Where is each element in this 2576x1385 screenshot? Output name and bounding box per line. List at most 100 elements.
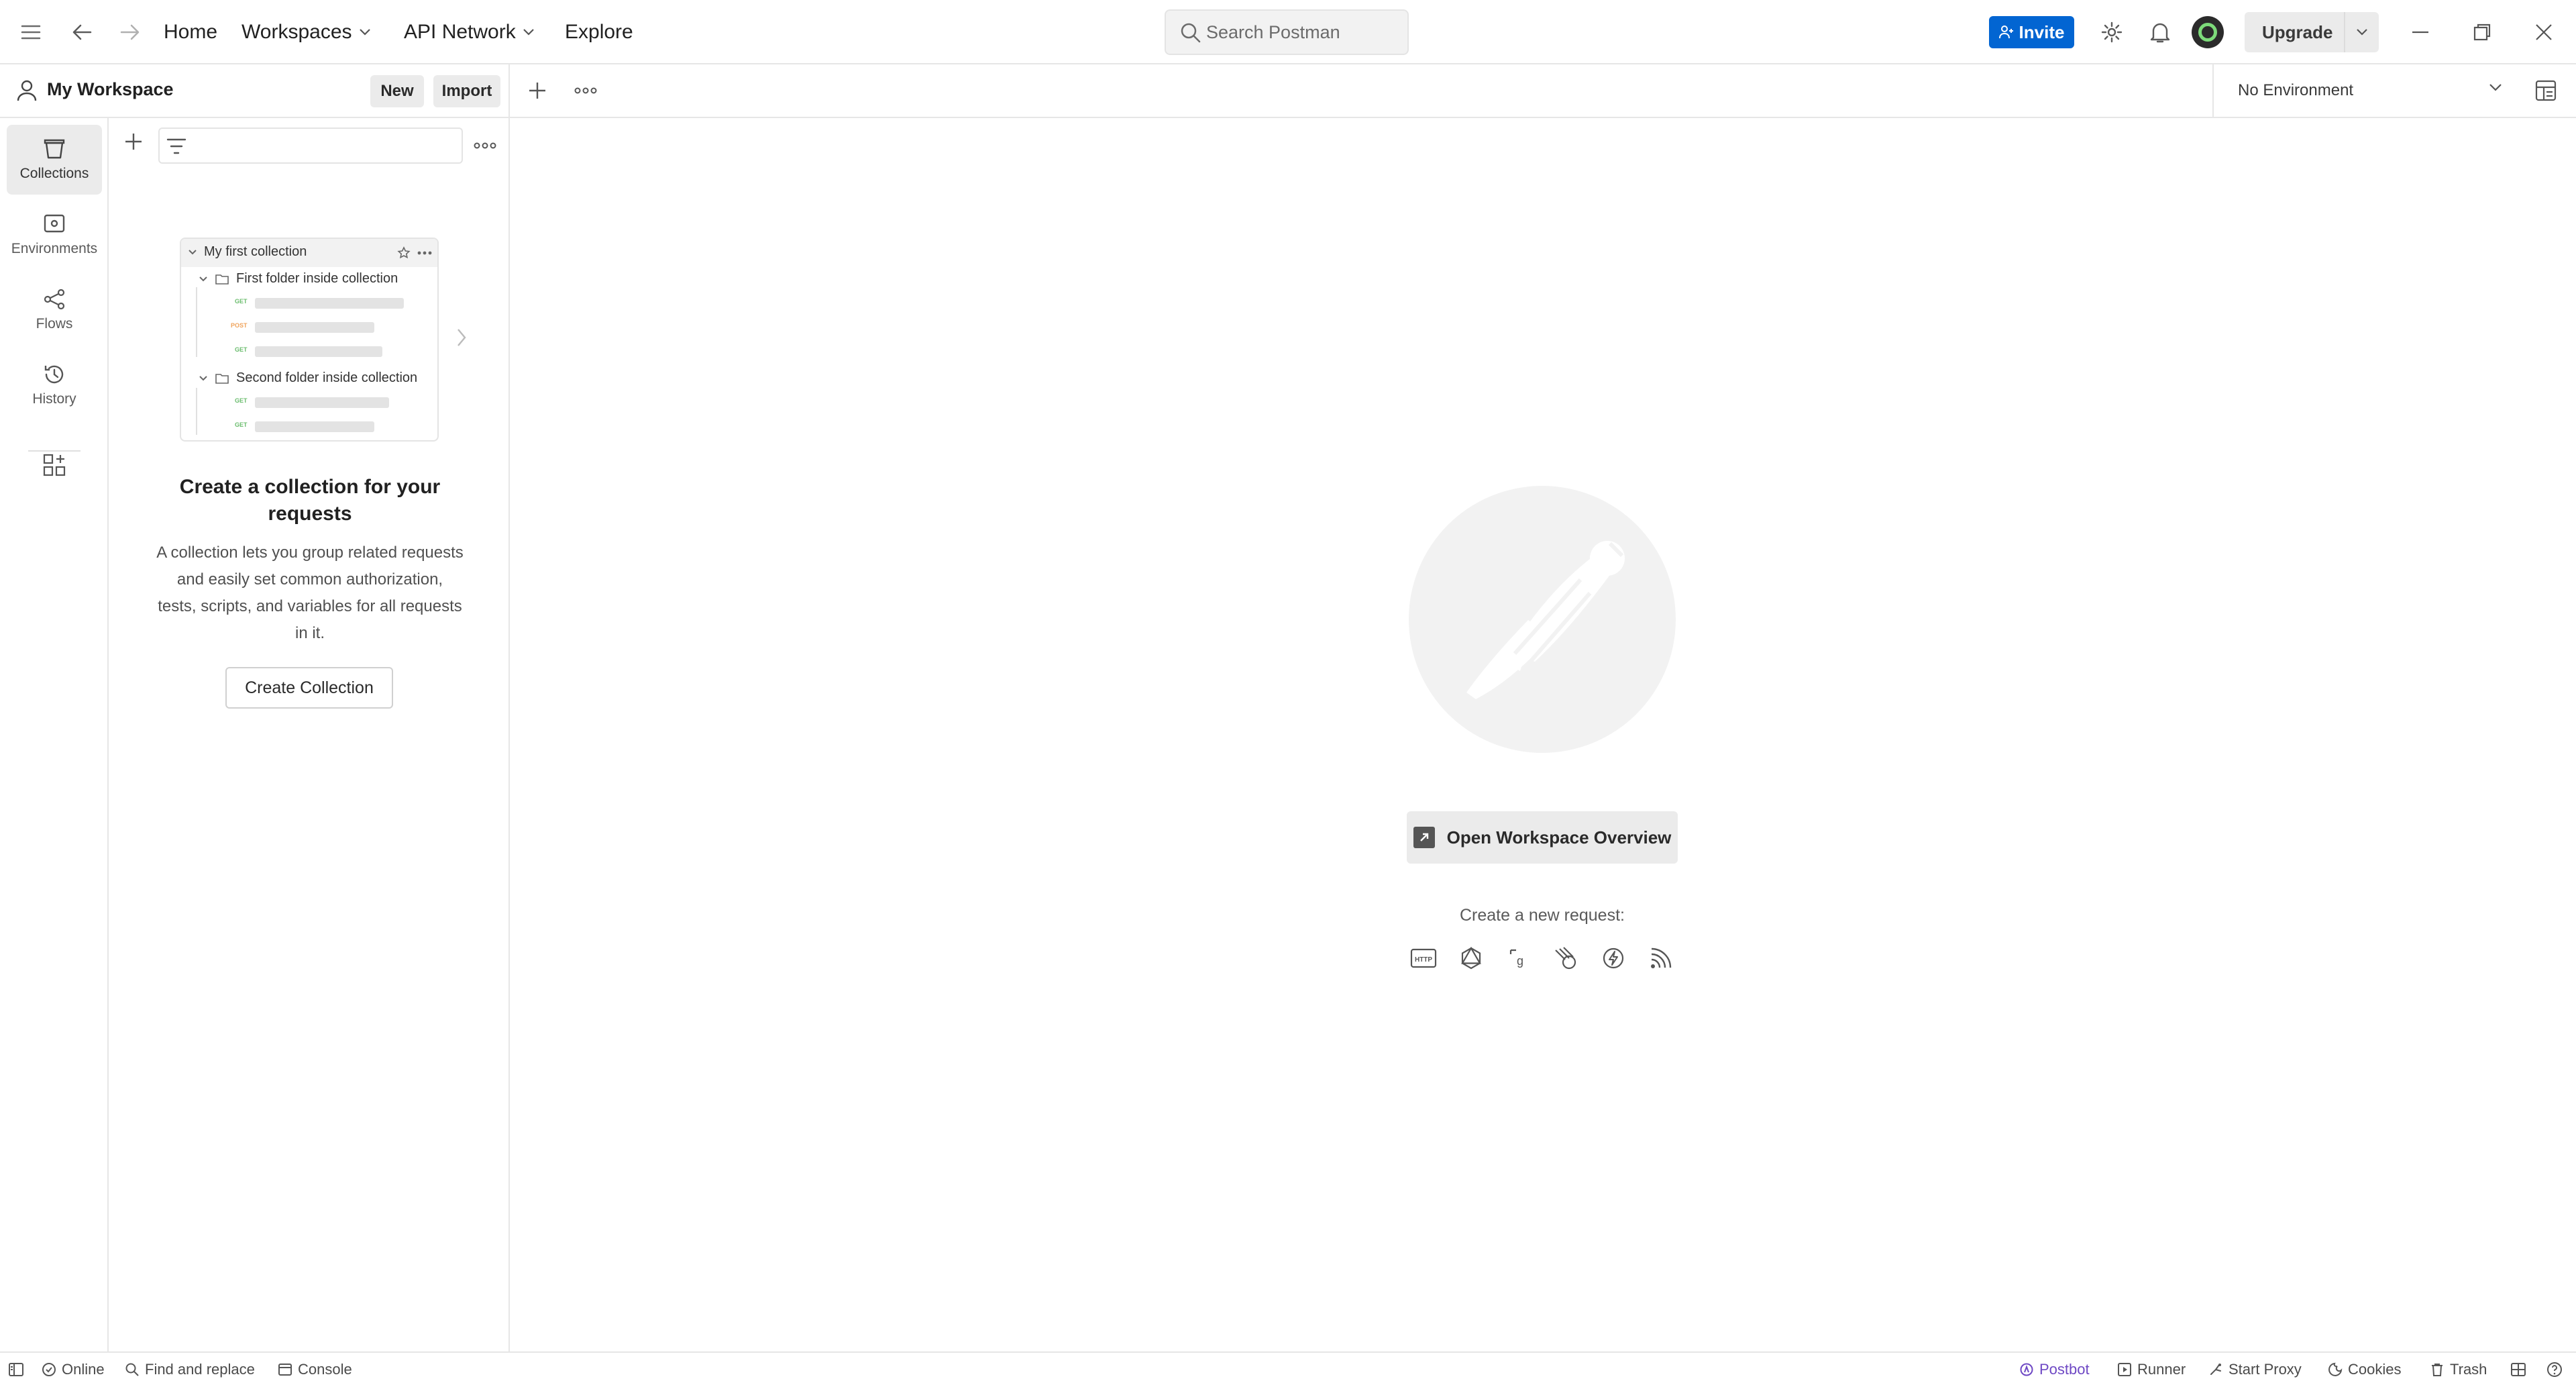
sidebar-item-history[interactable]: History — [7, 350, 102, 420]
start-proxy-button[interactable]: Start Proxy — [2208, 1361, 2302, 1378]
cookies-button[interactable]: Cookies — [2328, 1361, 2401, 1378]
more-options-icon[interactable] — [574, 87, 597, 94]
sidebar-item-environments[interactable]: Environments — [7, 200, 102, 270]
sidebar-item-collections[interactable]: Collections — [7, 125, 102, 195]
svg-text:HTTP: HTTP — [1415, 956, 1432, 964]
collections-icon — [44, 139, 65, 159]
check-circle-icon — [42, 1363, 56, 1376]
open-workspace-overview-button[interactable]: Open Workspace Overview — [1407, 811, 1678, 864]
preview-request-placeholder — [255, 421, 374, 432]
restore-icon[interactable] — [2466, 16, 2498, 48]
find-replace-label: Find and replace — [145, 1361, 255, 1378]
toggle-sidebar-icon[interactable] — [8, 1361, 24, 1378]
invite-label: Invite — [2019, 21, 2065, 42]
search-icon — [1181, 23, 1201, 43]
http-request-icon[interactable]: HTTP — [1407, 942, 1440, 974]
chevron-down-icon — [199, 276, 207, 281]
chevron-down-icon — [2489, 84, 2502, 91]
online-status[interactable]: Online — [42, 1361, 105, 1378]
svg-text:g: g — [1517, 954, 1523, 968]
preview-request-placeholder — [255, 397, 389, 408]
tree-line — [196, 287, 197, 357]
preview-collection-row: My first collection — [188, 244, 307, 260]
preview-method: GET — [235, 421, 248, 428]
graphql-request-icon[interactable] — [1455, 942, 1487, 974]
sidebar-item-label: Environments — [11, 241, 98, 256]
bell-icon[interactable] — [2144, 16, 2176, 48]
back-arrow-icon[interactable] — [66, 16, 98, 48]
nav-home[interactable]: Home — [164, 19, 217, 46]
chevron-down-icon — [199, 375, 207, 380]
nav-api-network-label: API Network — [404, 21, 516, 43]
preview-method: POST — [231, 322, 248, 329]
menu-icon[interactable] — [15, 16, 47, 48]
import-button[interactable]: Import — [433, 75, 500, 107]
avatar[interactable] — [2192, 16, 2224, 48]
trash-button[interactable]: Trash — [2430, 1361, 2487, 1378]
preview-folder-name: First folder inside collection — [236, 271, 398, 286]
socketio-request-icon[interactable] — [1597, 942, 1629, 974]
preview-request-placeholder — [255, 346, 382, 357]
nav-workspaces[interactable]: Workspaces — [241, 19, 371, 46]
environment-select[interactable]: No Environment — [2212, 64, 2526, 117]
chevron-down-icon — [523, 29, 534, 36]
configure-workbench-icon[interactable] — [42, 452, 67, 478]
empty-state-title: Create a collection for your requests — [179, 476, 441, 525]
open-workspace-overview-label: Open Workspace Overview — [1446, 827, 1672, 848]
avatar-ring — [2198, 23, 2217, 42]
search-input[interactable]: Search Postman — [1165, 9, 1409, 55]
close-icon[interactable] — [2528, 16, 2560, 48]
chevron-right-icon[interactable] — [456, 327, 467, 348]
websocket-request-icon[interactable] — [1550, 942, 1582, 974]
user-icon — [16, 79, 38, 102]
postbot-button[interactable]: Postbot — [2019, 1361, 2090, 1378]
layout-icon[interactable] — [2510, 1361, 2526, 1378]
history-icon — [44, 365, 64, 384]
nav-explore[interactable]: Explore — [565, 19, 633, 46]
chevron-down-icon[interactable] — [2345, 28, 2379, 36]
new-button[interactable]: New — [370, 75, 424, 107]
new-tab-icon[interactable] — [527, 81, 547, 101]
flows-icon — [44, 289, 65, 310]
help-icon[interactable] — [2546, 1361, 2563, 1378]
environment-quick-look-icon[interactable] — [2534, 79, 2557, 102]
console-button[interactable]: Console — [278, 1361, 352, 1378]
settings-gear-icon[interactable] — [2096, 16, 2128, 48]
create-collection-icon[interactable] — [123, 132, 144, 152]
preview-method: GET — [235, 298, 248, 305]
nav-workspaces-label: Workspaces — [241, 21, 352, 43]
postbot-label: Postbot — [2039, 1361, 2090, 1378]
top-header: Home Workspaces API Network Explore Sear… — [0, 0, 2576, 64]
nav-explore-label: Explore — [565, 21, 633, 43]
external-link-icon — [1413, 827, 1435, 848]
forward-arrow-icon[interactable] — [114, 16, 146, 48]
sidebar-item-flows[interactable]: Flows — [7, 275, 102, 345]
empty-state-description: A collection lets you group related requ… — [156, 544, 464, 642]
workspace-title[interactable]: My Workspace — [47, 79, 174, 100]
cookie-icon — [2328, 1362, 2343, 1376]
trash-icon — [2432, 1364, 2443, 1376]
left-rail: Collections Environments Flows History — [0, 118, 109, 1351]
create-collection-button[interactable]: Create Collection — [225, 667, 393, 709]
nav-api-network[interactable]: API Network — [404, 19, 535, 46]
upgrade-button[interactable]: Upgrade — [2245, 12, 2379, 52]
nav-home-label: Home — [164, 21, 218, 43]
preview-folder-name: Second folder inside collection — [236, 370, 418, 385]
postbot-icon — [2020, 1363, 2033, 1376]
chevron-down-icon — [189, 249, 197, 254]
invite-button[interactable]: Invite — [1989, 16, 2074, 48]
tree-line — [196, 388, 197, 435]
filter-input[interactable] — [158, 127, 463, 164]
online-label: Online — [62, 1361, 105, 1378]
cookies-label: Cookies — [2348, 1361, 2402, 1378]
runner-button[interactable]: Runner — [2117, 1361, 2186, 1378]
more-options-icon[interactable] — [474, 142, 496, 149]
minimize-icon[interactable] — [2404, 16, 2436, 48]
filter-icon — [166, 138, 186, 154]
mqtt-request-icon[interactable] — [1645, 942, 1677, 974]
find-replace-button[interactable]: Find and replace — [125, 1361, 255, 1378]
grpc-request-icon[interactable]: g — [1503, 942, 1535, 974]
sidebar-item-label: Flows — [36, 316, 73, 331]
workspace-bar: My Workspace New Import — [0, 64, 510, 118]
preview-method: GET — [235, 397, 248, 404]
